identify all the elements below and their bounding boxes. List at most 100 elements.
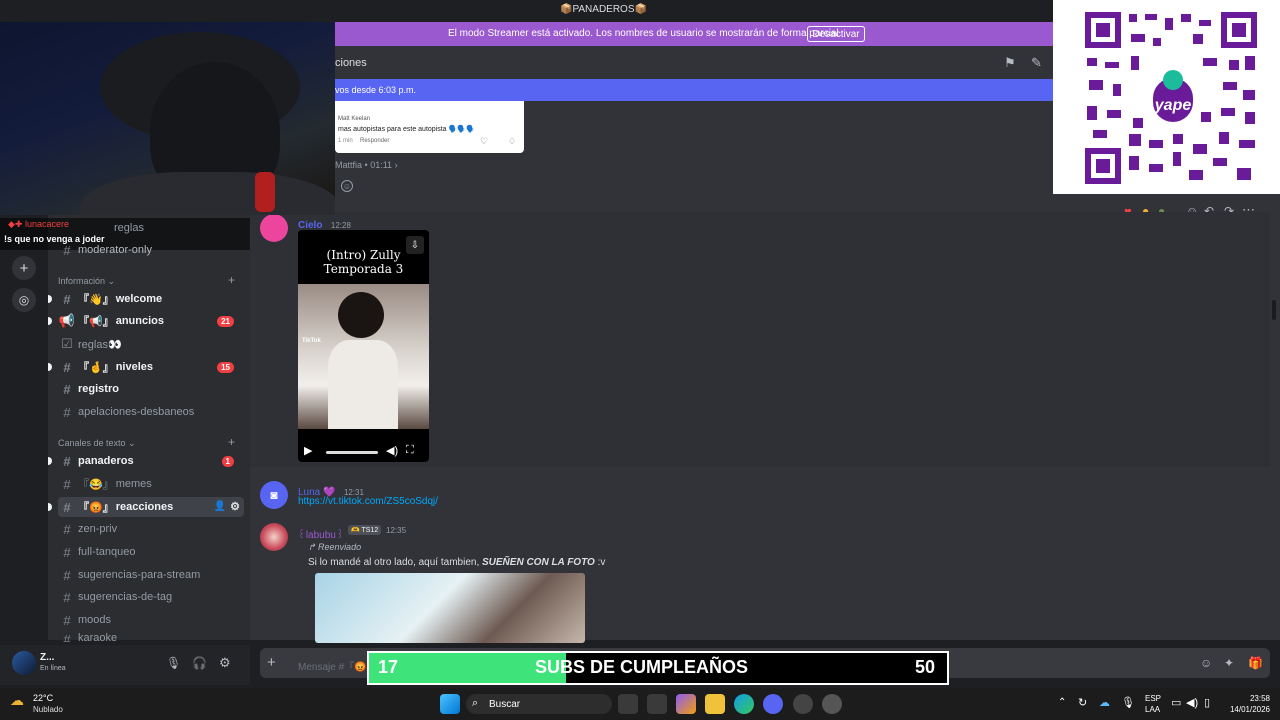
channel-settings-icon[interactable]: ⚙ [230,500,240,513]
microphone-icon[interactable]: 🎙 [166,656,181,670]
channel-full-tanqueo[interactable]: # full-tanqueo [58,542,244,562]
windows-start-icon[interactable] [440,694,460,714]
avatar[interactable]: ◙ [260,481,288,509]
add-server-icon[interactable]: + [12,256,36,280]
channel-registro[interactable]: # registro [58,379,244,399]
onedrive-icon[interactable]: ☁ [1099,696,1110,709]
forward-source[interactable]: Mattfia • 01:11 › [335,160,398,170]
create-channel-icon[interactable]: + [228,273,235,287]
deactivate-streamer-button[interactable]: Desactivar [807,26,865,42]
user-name[interactable]: Z... [40,652,54,663]
add-reaction-icon[interactable]: ☺ [341,180,353,192]
subs-goal-current: 17 [378,657,399,677]
network-icon[interactable]: ▭ [1171,696,1181,709]
hash-icon: # [63,453,71,469]
channel-moods[interactable]: # moods [58,610,244,630]
channel-welcome[interactable]: # 『👋』 welcome [48,289,244,309]
user-settings-icon[interactable]: ⚙ [219,655,231,671]
threads-icon[interactable]: ⚑ [1004,55,1016,71]
channel-karaoke[interactable]: # karaoke [58,632,244,642]
avatar[interactable] [260,214,288,242]
message-header: ꒰labubu꒱ 🫶 TS12 12:35 [298,525,406,543]
channel-header-title: ciones [335,57,367,69]
video-player[interactable]: (Intro) Zully Temporada 3 TikTok ⇩ ▶ ◀) … [298,230,429,462]
obs-icon[interactable] [822,694,842,714]
channel-moderator-only[interactable]: # moderator-only [58,240,244,260]
chat-scrollbar[interactable] [1272,300,1276,320]
category-canales-de-texto[interactable]: Canales de texto ⌄ [58,438,136,449]
file-explorer-icon[interactable] [705,694,725,714]
emoji-icon[interactable]: ☺ [1200,656,1212,670]
clock-date[interactable]: 14/01/2026 [1222,705,1270,714]
volume-tray-icon[interactable]: ◀) [1186,696,1198,709]
clock-time[interactable]: 23:58 [1228,694,1270,703]
hash-icon: # [63,476,71,492]
language-code[interactable]: ESP [1145,694,1161,703]
announcement-icon: 📢 [58,313,76,328]
attach-plus-icon[interactable]: + [267,654,276,671]
hash-icon: # [63,544,71,560]
channel-niveles[interactable]: # 『🤞』 niveles 15 [48,357,244,377]
app-icon[interactable] [793,694,813,714]
gift-icon[interactable]: 🎁 [1248,656,1263,670]
hash-icon: # [63,242,71,258]
weather-icon[interactable]: ☁ [10,692,24,709]
mic-tray-icon[interactable]: 🎙 [1121,696,1135,709]
taskbar-search-text: Buscar [489,699,521,710]
video-progress-bar[interactable] [326,451,378,454]
channel-panaderos[interactable]: # panaderos 1 [48,451,244,471]
qr-code-overlay: yape [1053,0,1280,194]
hash-icon: # [63,381,71,397]
tray-expand-icon[interactable]: ⌃ [1058,697,1066,708]
edge-icon[interactable] [734,694,754,714]
svg-text:yape: yape [1154,97,1192,114]
streamer-mode-text: El modo Streamer está activado. Los nomb… [448,28,842,39]
avatar[interactable] [12,651,36,675]
new-messages-bar[interactable] [335,79,1053,101]
task-view-icon[interactable] [618,694,638,714]
new-messages-text: vos desde 6:03 p.m. [335,85,417,95]
channel-reglas[interactable]: ☑ reglas👀 [58,334,244,354]
window-title: 📦PANADEROS📦 [560,4,647,15]
keyboard-layout[interactable]: LAA [1145,705,1160,714]
create-channel-icon[interactable]: + [228,435,235,449]
download-icon[interactable]: ⇩ [406,236,424,254]
headphones-icon[interactable]: 🎧 [192,656,207,670]
fullscreen-icon[interactable]: ⛶ [406,444,414,457]
message-input[interactable]: Mensaje #『😡』 [298,658,377,673]
comment-time: 1 min [338,138,353,144]
mention-badge: 21 [217,315,234,327]
user-panel [0,645,250,685]
channel-zen-priv[interactable]: # zen-priv [58,519,244,539]
overlay-chat-username: ◆✚ lunacacere [8,219,69,229]
channel-sugerencias-para-stream[interactable]: # sugerencias-para-stream [58,565,244,585]
copilot-icon[interactable] [676,694,696,714]
invite-icon[interactable]: 👤 [214,501,226,512]
hash-icon: # [63,404,71,420]
message-author[interactable]: ꒰labubu꒱ [298,530,344,541]
channel-apelaciones-desbaneos[interactable]: # apelaciones-desbaneos [58,402,244,422]
store-icon[interactable] [647,694,667,714]
channel-reacciones[interactable]: # 『😡』 reacciones 👤 ⚙ [48,497,244,517]
channel-anuncios[interactable]: 📢 『📢』 anuncios 21 [48,311,244,331]
discover-icon[interactable]: ◎ [12,288,36,312]
play-icon[interactable]: ▶ [304,444,312,457]
channel-reglas-top[interactable]: reglas [96,218,216,238]
hash-icon: # [63,567,71,583]
message-link[interactable]: https://vt.tiktok.com/ZS5coSdqj/ [298,496,438,507]
battery-icon[interactable]: ▯ [1204,696,1210,709]
apps-icon[interactable]: ✦ [1224,656,1234,670]
message-time: 12:28 [330,221,351,230]
forwarded-image[interactable] [315,573,585,643]
avatar[interactable] [260,523,288,551]
comment-screenshot-card[interactable]: Matt Keelan mas autopistas para este aut… [335,101,524,153]
sync-icon[interactable]: ↻ [1078,696,1087,709]
channel-sugerencias-de-tag[interactable]: # sugerencias-de-tag [58,587,244,607]
channel-memes[interactable]: # 『😂』 memes [58,474,244,494]
volume-icon[interactable]: ◀) [386,444,398,457]
discord-icon[interactable] [763,694,783,714]
video-title: (Intro) Zully Temporada 3 [323,248,404,276]
notification-mute-icon[interactable]: ✎ [1031,55,1042,71]
taskbar-search[interactable] [466,694,612,714]
category-informacion[interactable]: Información ⌄ [58,276,115,287]
